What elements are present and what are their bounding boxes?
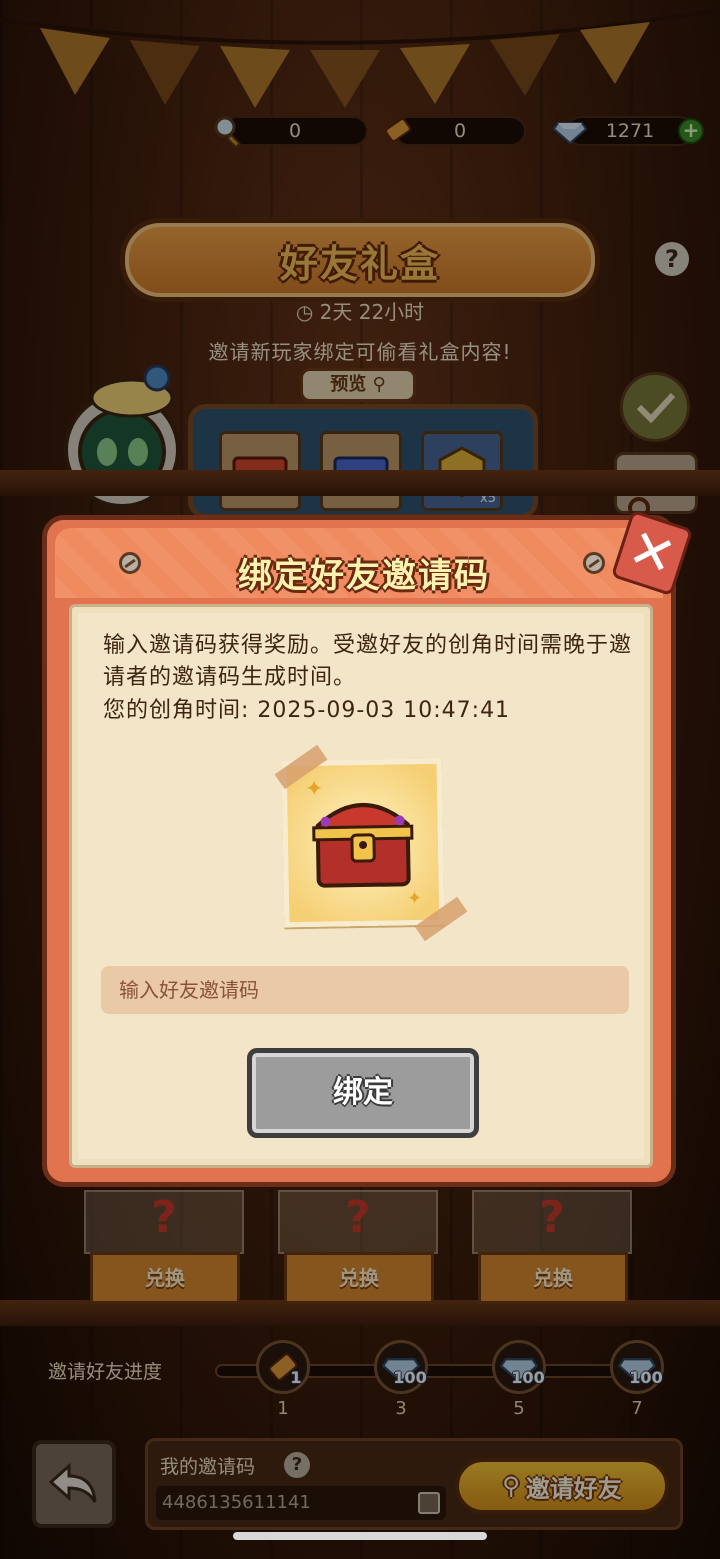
treasure-chest-icon: ✦ ✦	[305, 777, 422, 910]
friend-code-input[interactable]	[101, 966, 629, 1014]
svg-text:✦: ✦	[305, 777, 324, 802]
bind-code-dialog: 绑定好友邀请码 输入邀请码获得奖励。受邀好友的创角时间需晚于邀请者的邀请码生成时…	[42, 515, 676, 1187]
dialog-title: 绑定好友邀请码	[238, 556, 490, 596]
dialog-description: 输入邀请码获得奖励。受邀好友的创角时间需晚于邀请者的邀请码生成时间。	[103, 633, 633, 690]
creation-time: 您的创角时间: 2025-09-03 10:47:41	[103, 698, 511, 723]
svg-text:✦: ✦	[407, 888, 422, 909]
reward-card: ✦ ✦	[281, 758, 445, 928]
home-indicator[interactable]	[233, 1532, 487, 1540]
bind-button[interactable]: 绑定	[247, 1048, 479, 1138]
